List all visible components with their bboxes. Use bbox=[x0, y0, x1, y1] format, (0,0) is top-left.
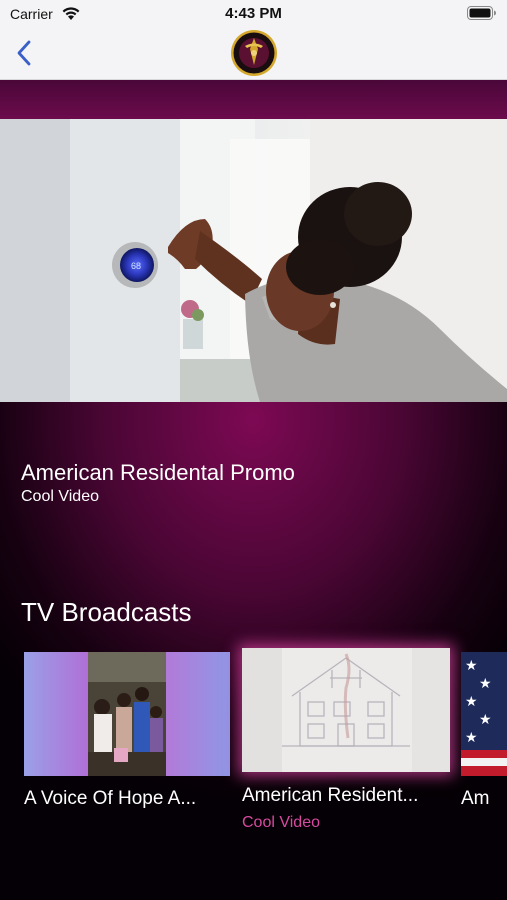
battery-icon bbox=[467, 6, 496, 20]
broadcast-title: A Voice Of Hope A... bbox=[24, 788, 197, 809]
broadcast-thumbnail bbox=[24, 652, 230, 776]
section-title-tv-broadcasts: TV Broadcasts bbox=[21, 597, 192, 627]
clock: 4:43 PM bbox=[225, 5, 282, 22]
featured-video-thumbnail[interactable]: 68 bbox=[0, 119, 507, 402]
channel-logo bbox=[231, 30, 277, 76]
back-button[interactable] bbox=[12, 38, 38, 68]
broadcast-thumbnail bbox=[242, 648, 450, 772]
chevron-left-icon bbox=[17, 40, 31, 66]
svg-text:68: 68 bbox=[131, 261, 141, 271]
svg-text:★: ★ bbox=[479, 712, 492, 728]
featured-video-image: 68 bbox=[0, 119, 507, 402]
broadcast-subtitle: Cool Video bbox=[242, 814, 320, 831]
broadcasts-carousel[interactable]: A Voice Of Hope A... American Resident..… bbox=[0, 648, 507, 848]
status-bar: Carrier 4:43 PM bbox=[0, 0, 507, 28]
svg-text:★: ★ bbox=[479, 676, 492, 692]
svg-text:★: ★ bbox=[465, 658, 478, 674]
broadcast-title: American Resident... bbox=[242, 785, 419, 806]
featured-subtitle: Cool Video bbox=[21, 488, 99, 505]
featured-title[interactable]: American Residental Promo bbox=[21, 460, 295, 486]
content-area: 68 American Residental Promo Cool Video bbox=[0, 80, 507, 900]
app-screen: Carrier 4:43 PM 68 American Residental P… bbox=[0, 0, 507, 900]
svg-text:★: ★ bbox=[465, 694, 478, 710]
broadcast-thumbnail: ★ ★ ★ ★ ★ bbox=[461, 652, 507, 776]
header-band bbox=[0, 80, 507, 120]
broadcast-title: Am bbox=[461, 788, 490, 809]
svg-text:★: ★ bbox=[465, 730, 478, 746]
navigation-bar: Carrier 4:43 PM bbox=[0, 0, 507, 80]
